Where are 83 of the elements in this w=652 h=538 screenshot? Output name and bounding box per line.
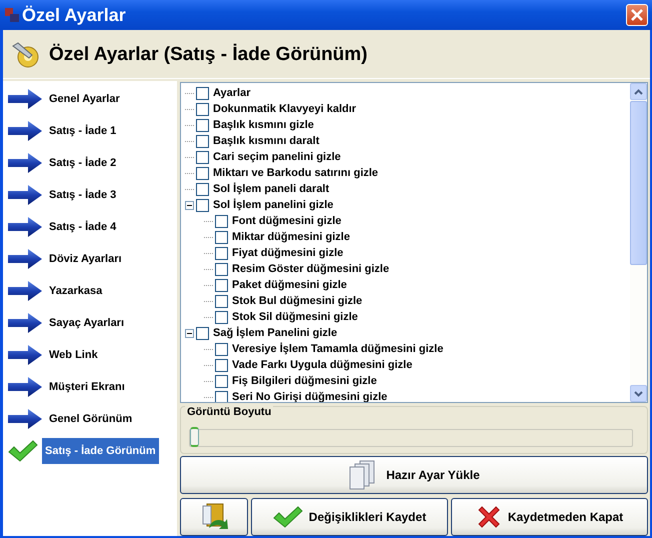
checkbox[interactable] (215, 278, 228, 292)
checkbox[interactable] (215, 246, 228, 260)
checkbox[interactable] (215, 342, 228, 356)
checkbox[interactable] (215, 214, 228, 228)
sidebar-item[interactable]: Satış - İade 4 (46, 214, 120, 240)
group-label: Görüntü Boyutu (185, 406, 274, 418)
scroll-down-icon[interactable] (634, 390, 643, 396)
tree-item-label[interactable]: Dokunmatik Klavyeyi kaldır (213, 103, 356, 115)
collapse-toggle[interactable] (185, 328, 194, 338)
arrow-icon (8, 281, 42, 301)
slider-thumb[interactable] (190, 427, 199, 447)
arrow-icon (8, 249, 42, 269)
tree-item-label[interactable]: Seri No Girişi düğmesini gizle (232, 391, 388, 402)
collapse-toggle[interactable] (185, 200, 194, 210)
tree-item-label[interactable]: Vade Farkı Uygula düğmesini gizle (232, 359, 412, 371)
checkbox[interactable] (215, 390, 228, 402)
header-title: Özel Ayarlar (Satış - İade Görünüm) (49, 44, 368, 66)
tree-item-label[interactable]: Resim Göster düğmesini gizle (232, 263, 390, 275)
sidebar-item[interactable]: Müşteri Ekranı (46, 374, 128, 400)
close-button[interactable] (626, 4, 648, 26)
tree-item-label[interactable]: Fiş Bilgileri düğmesini gizle (232, 375, 377, 387)
sidebar-item[interactable]: Satış - İade 2 (46, 150, 120, 176)
arrow-icon (8, 313, 42, 333)
tree-item-label[interactable]: Font düğmesini gizle (232, 215, 342, 227)
tree-item-label[interactable]: Paket düğmesini gizle (232, 279, 347, 291)
checkbox[interactable] (196, 150, 209, 164)
arrow-icon (8, 121, 42, 141)
window-title: Özel Ayarlar (22, 4, 127, 26)
tree-item-label[interactable]: Cari seçim panelini gizle (213, 151, 341, 163)
sidebar-item[interactable]: Satış - İade 1 (46, 118, 120, 144)
sidebar-item[interactable]: Satış - İade Görünüm (42, 438, 159, 464)
tree-item-label[interactable]: Stok Bul düğmesini gizle (232, 295, 362, 307)
checkbox[interactable] (215, 374, 228, 388)
tree-item-label[interactable]: Stok Sil düğmesini gizle (232, 311, 358, 323)
arrow-icon (8, 409, 42, 429)
sidebar-item[interactable]: Web Link (46, 342, 101, 368)
tree-item-label[interactable]: Sağ İşlem Panelini gizle (213, 327, 338, 339)
tree-item-label[interactable]: Sol İşlem panelini gizle (213, 199, 334, 211)
checkbox[interactable] (196, 166, 209, 180)
tree-item-label[interactable]: Ayarlar (213, 87, 251, 99)
sidebar-item[interactable]: Sayaç Ayarları (46, 310, 128, 336)
check-icon (8, 440, 38, 462)
arrow-icon (8, 89, 42, 109)
checkbox[interactable] (215, 262, 228, 276)
arrow-icon (8, 345, 42, 365)
checkbox[interactable] (215, 358, 228, 372)
tree-item-label[interactable]: Miktar düğmesini gizle (232, 231, 350, 243)
slider-track[interactable] (189, 429, 633, 447)
tree-item-label[interactable]: Başlık kısmını daralt (213, 135, 320, 147)
checkbox[interactable] (196, 86, 209, 100)
scroll-up-icon[interactable] (634, 88, 643, 94)
check-icon (272, 506, 303, 528)
arrow-icon (8, 153, 42, 173)
tree-item-label[interactable]: Veresiye İşlem Tamamla düğmesini gizle (232, 343, 444, 355)
sidebar-item[interactable]: Genel Görünüm (46, 406, 136, 432)
scrollbar[interactable] (630, 83, 647, 402)
checkbox[interactable] (196, 198, 209, 212)
checkbox[interactable] (196, 326, 209, 340)
sidebar-item[interactable]: Yazarkasa (46, 278, 106, 304)
close-icon (630, 8, 644, 22)
sidebar-item[interactable]: Satış - İade 3 (46, 182, 120, 208)
close-without-saving-button[interactable]: Kaydetmeden Kapat (451, 498, 648, 536)
preset-load-button[interactable]: Hazır Ayar Yükle (180, 456, 648, 494)
cross-icon (476, 504, 502, 530)
checkbox[interactable] (215, 294, 228, 308)
checkbox[interactable] (215, 230, 228, 244)
app-icon (4, 7, 20, 23)
save-button[interactable]: Değişiklikleri Kaydet (251, 498, 448, 536)
sidebar-item[interactable]: Döviz Ayarları (46, 246, 125, 272)
sidebar-item[interactable]: Genel Ayarlar (46, 86, 123, 112)
exit-button[interactable] (180, 498, 248, 536)
checkbox[interactable] (196, 118, 209, 132)
tree-item-label[interactable]: Fiyat düğmesini gizle (232, 247, 344, 259)
checkbox[interactable] (215, 310, 228, 324)
tree-item-label[interactable]: Sol İşlem paneli daralt (213, 183, 330, 195)
checkbox[interactable] (196, 102, 209, 116)
checkbox[interactable] (196, 134, 209, 148)
arrow-icon (8, 185, 42, 205)
arrow-icon (8, 217, 42, 237)
tree-item-label[interactable]: Başlık kısmını gizle (213, 119, 314, 131)
checkbox[interactable] (196, 182, 209, 196)
tree-item-label[interactable]: Miktarı ve Barkodu satırını gizle (213, 167, 378, 179)
arrow-icon (8, 377, 42, 397)
